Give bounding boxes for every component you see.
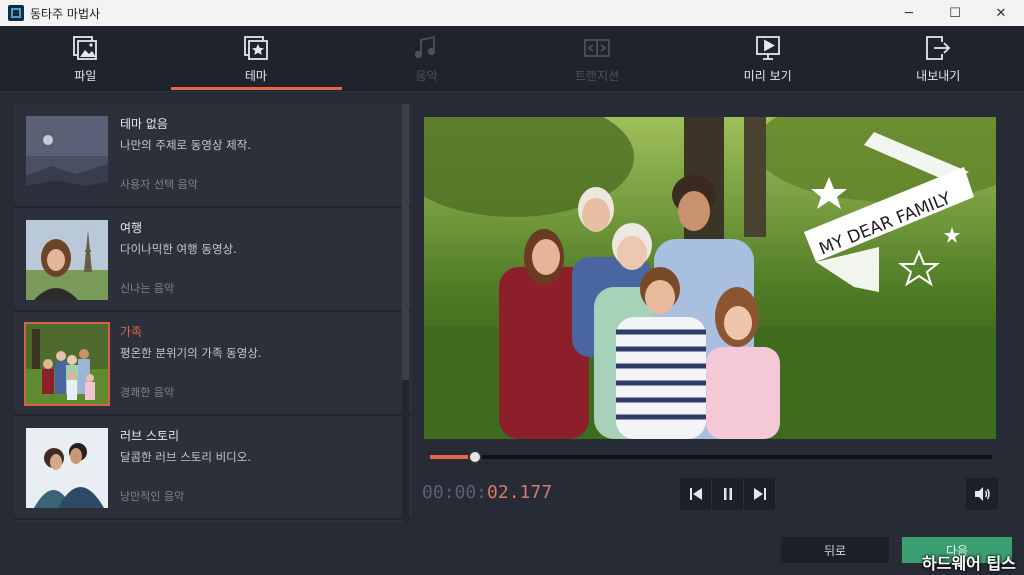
nav-label: 트랜지션 bbox=[574, 69, 620, 83]
nav-tab-preview[interactable]: 미리 보기 bbox=[682, 26, 853, 92]
title-bar: 동타주 마법사 ─ ☐ ✕ bbox=[0, 0, 1024, 26]
back-button[interactable]: 뒤로 bbox=[781, 537, 889, 563]
theme-thumbnail bbox=[26, 220, 108, 300]
preview-play-icon bbox=[755, 36, 780, 60]
theme-star-icon bbox=[243, 36, 268, 60]
scrollbar-thumb[interactable] bbox=[402, 104, 409, 380]
minimize-button[interactable]: ─ bbox=[886, 0, 932, 26]
footer-bar: 뒤로 다음 하드웨어 팁스 bbox=[0, 526, 1024, 575]
playback-controls bbox=[680, 478, 776, 510]
nav-tab-file[interactable]: 파일 bbox=[0, 26, 171, 92]
app-logo-icon bbox=[8, 5, 24, 21]
pause-icon bbox=[723, 488, 732, 500]
theme-list: 테마 없음 나만의 주제로 동영상 제작. 사용자 선택 음악 여행 다이나믹한… bbox=[14, 104, 412, 522]
timecode-elapsed-prefix: 00:00: bbox=[422, 482, 488, 503]
volume-button[interactable] bbox=[966, 478, 998, 510]
nav-tab-export[interactable]: 내보내기 bbox=[853, 26, 1024, 92]
export-icon bbox=[926, 36, 951, 60]
video-preview: MY DEAR FAMILY bbox=[424, 117, 996, 439]
maximize-button[interactable]: ☐ bbox=[932, 0, 978, 26]
seek-bar[interactable] bbox=[430, 450, 992, 464]
skip-forward-icon bbox=[753, 488, 766, 500]
theme-item-family[interactable]: 가족 평온한 분위기의 가족 동영상. 경쾌한 음악 bbox=[14, 312, 412, 416]
theme-music: 낭만적인 음악 bbox=[120, 490, 185, 503]
timecode: 00:00:02.177 bbox=[422, 482, 552, 503]
window-controls: ─ ☐ ✕ bbox=[886, 0, 1024, 26]
theme-description: 나만의 주제로 동영상 제작. bbox=[120, 138, 252, 152]
wizard-step-nav: 파일 테마 음악 트랜지션 미리 보기 내보내기 bbox=[0, 26, 1024, 92]
theme-list-scrollbar[interactable] bbox=[402, 104, 409, 522]
theme-music: 신나는 음악 bbox=[120, 282, 175, 295]
nav-tab-theme[interactable]: 테마 bbox=[170, 26, 342, 92]
window-title: 동타주 마법사 bbox=[30, 6, 101, 21]
music-note-icon bbox=[415, 35, 436, 59]
theme-title: 러브 스토리 bbox=[120, 429, 180, 443]
theme-description: 달콤한 러브 스토리 비디오. bbox=[120, 450, 252, 464]
nav-label: 음악 bbox=[415, 69, 438, 83]
preview-image: MY DEAR FAMILY bbox=[424, 117, 996, 439]
nav-label: 파일 bbox=[74, 69, 97, 83]
theme-item-love-story[interactable]: 러브 스토리 달콤한 러브 스토리 비디오. 낭만적인 음악 bbox=[14, 416, 412, 520]
theme-music: 경쾌한 음악 bbox=[120, 386, 175, 399]
theme-description: 평온한 분위기의 가족 동영상. bbox=[120, 346, 262, 360]
theme-thumbnail bbox=[26, 116, 108, 196]
nav-label: 미리 보기 bbox=[743, 69, 792, 83]
seek-handle[interactable] bbox=[467, 450, 482, 464]
theme-title: 테마 없음 bbox=[120, 117, 168, 131]
watermark-text: 하드웨어 팁스 bbox=[922, 554, 1016, 573]
theme-item-travel[interactable]: 여행 다이나믹한 여행 동영상. 신나는 음악 bbox=[14, 208, 412, 312]
close-button[interactable]: ✕ bbox=[978, 0, 1024, 26]
theme-description: 다이나믹한 여행 동영상. bbox=[120, 242, 237, 256]
theme-title: 여행 bbox=[120, 221, 143, 235]
nav-tab-transition[interactable]: 트랜지션 bbox=[512, 26, 683, 92]
skip-back-icon bbox=[689, 488, 702, 500]
app-window: 동타주 마법사 ─ ☐ ✕ 파일 테마 음악 트랜지션 미리 보기 내보내기 테… bbox=[0, 0, 1024, 575]
file-image-icon bbox=[73, 36, 98, 60]
theme-music: 사용자 선택 음악 bbox=[120, 178, 198, 191]
transition-icon bbox=[584, 39, 610, 57]
skip-forward-button[interactable] bbox=[744, 478, 776, 510]
theme-item-none[interactable]: 테마 없음 나만의 주제로 동영상 제작. 사용자 선택 음악 bbox=[14, 104, 412, 208]
nav-label: 내보내기 bbox=[916, 69, 961, 83]
nav-tab-music[interactable]: 음악 bbox=[341, 26, 512, 92]
timecode-elapsed: 02.177 bbox=[487, 482, 553, 503]
theme-thumbnail bbox=[26, 428, 108, 508]
pause-button[interactable] bbox=[712, 478, 744, 510]
speaker-icon bbox=[975, 487, 990, 501]
theme-thumbnail bbox=[24, 322, 110, 406]
theme-title: 가족 bbox=[120, 325, 143, 339]
nav-label: 테마 bbox=[244, 69, 267, 83]
skip-back-button[interactable] bbox=[680, 478, 712, 510]
